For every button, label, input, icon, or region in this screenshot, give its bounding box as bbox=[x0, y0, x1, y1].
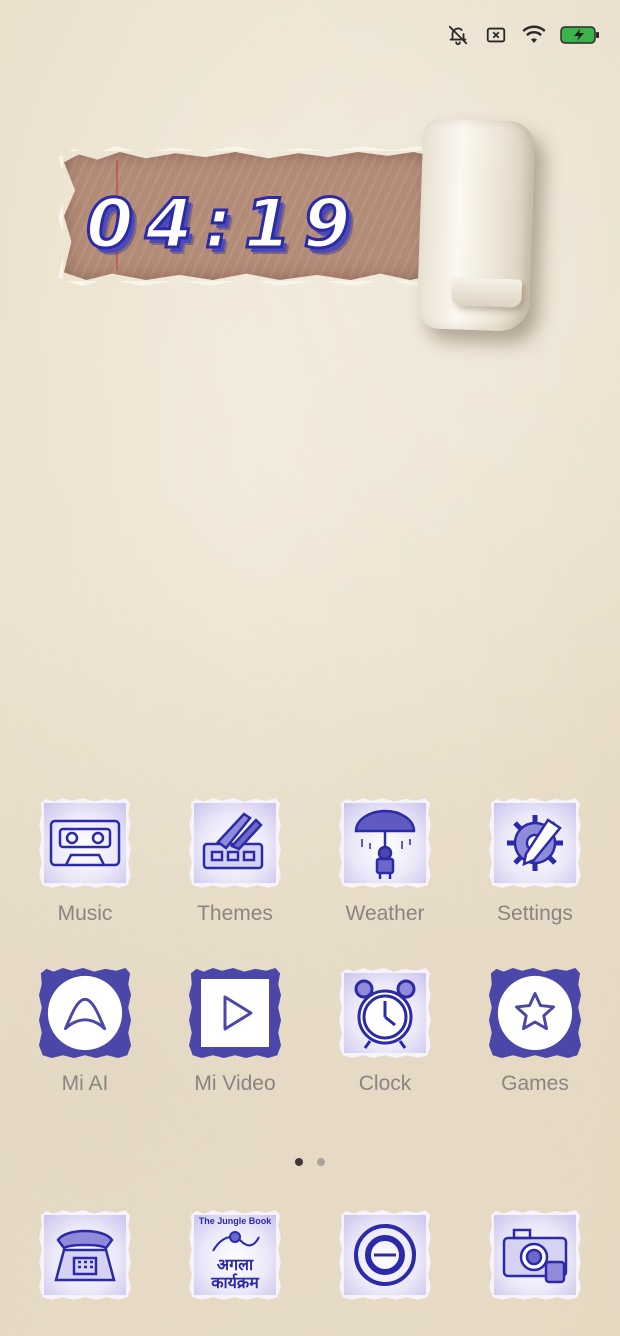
poster-line-1: अगला bbox=[216, 1256, 254, 1274]
poster-icon: The Jungle Book अगला कार्यक्रम bbox=[189, 1210, 281, 1300]
app-weather[interactable]: Weather bbox=[310, 798, 460, 926]
doordarshan-icon bbox=[339, 1210, 431, 1300]
telephone-icon bbox=[39, 1210, 131, 1300]
app-label: Clock bbox=[358, 1072, 412, 1095]
page-dot-1[interactable] bbox=[295, 1158, 303, 1166]
umbrella-boy-icon bbox=[339, 798, 431, 888]
app-mi-video[interactable]: Mi Video bbox=[160, 968, 310, 1096]
no-sim-icon bbox=[484, 23, 508, 47]
dock-doordarshan[interactable] bbox=[310, 1210, 460, 1300]
dock-tv-show[interactable]: The Jungle Book अगला कार्यक्रम bbox=[160, 1210, 310, 1300]
app-label: Mi Video bbox=[194, 1072, 276, 1095]
poster-line-2: कार्यक्रम bbox=[211, 1275, 259, 1293]
paper-curl bbox=[416, 118, 536, 332]
app-grid: Music Themes Weather Settings Mi AI Mi V… bbox=[10, 798, 610, 1096]
app-label: Music bbox=[57, 902, 113, 925]
clock-widget[interactable]: 04:19 bbox=[58, 118, 538, 335]
dock-phone[interactable] bbox=[10, 1210, 160, 1300]
battery-charging-icon bbox=[560, 23, 600, 47]
page-indicator bbox=[295, 1158, 325, 1166]
app-label: Settings bbox=[497, 902, 573, 925]
app-clock[interactable]: Clock bbox=[310, 968, 460, 1096]
alarm-clock-icon bbox=[339, 968, 431, 1058]
gear-icon bbox=[489, 798, 581, 888]
app-label: Mi AI bbox=[61, 1072, 109, 1095]
app-themes[interactable]: Themes bbox=[160, 798, 310, 926]
mi-ai-icon bbox=[39, 968, 131, 1058]
paint-brushes-icon bbox=[189, 798, 281, 888]
app-label: Weather bbox=[345, 902, 425, 925]
app-music[interactable]: Music bbox=[10, 798, 160, 926]
app-games[interactable]: Games bbox=[460, 968, 610, 1096]
dock-camera[interactable] bbox=[460, 1210, 610, 1300]
clock-time: 04:19 bbox=[85, 183, 363, 265]
page-dot-2[interactable] bbox=[317, 1158, 325, 1166]
app-mi-ai[interactable]: Mi AI bbox=[10, 968, 160, 1096]
dock: The Jungle Book अगला कार्यक्रम bbox=[10, 1210, 610, 1300]
play-icon bbox=[189, 968, 281, 1058]
star-icon bbox=[489, 968, 581, 1058]
app-label: Games bbox=[501, 1072, 569, 1095]
status-bar bbox=[446, 22, 600, 48]
camera-icon bbox=[489, 1210, 581, 1300]
app-settings[interactable]: Settings bbox=[460, 798, 610, 926]
wifi-icon bbox=[522, 23, 546, 47]
cassette-icon bbox=[39, 798, 131, 888]
mute-icon bbox=[446, 23, 470, 47]
app-label: Themes bbox=[197, 902, 273, 925]
poster-title: The Jungle Book bbox=[198, 1216, 272, 1227]
